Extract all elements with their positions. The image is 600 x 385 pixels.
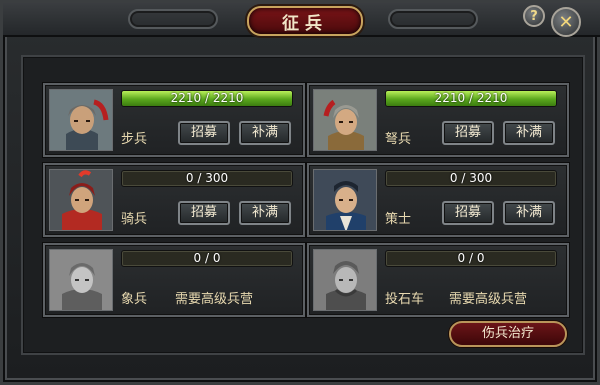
unit-name: 步兵 bbox=[121, 132, 148, 147]
unit-card-crossbow: 2210 / 2210 弩兵 招募 补满 bbox=[307, 83, 569, 157]
infantry-general-portrait bbox=[49, 89, 113, 151]
unit-name: 象兵 bbox=[121, 292, 148, 307]
troop-count: 0 / 0 bbox=[193, 251, 221, 265]
fill-button[interactable]: 补满 bbox=[503, 201, 555, 225]
troop-bar: 0 / 300 bbox=[385, 170, 557, 187]
close-button[interactable]: ✕ bbox=[551, 7, 581, 37]
unit-name: 策士 bbox=[385, 212, 412, 227]
crossbow-general-portrait bbox=[313, 89, 377, 151]
requirement-text: 需要高级兵营 bbox=[449, 292, 528, 307]
ornament-left bbox=[128, 9, 218, 29]
ornament-right bbox=[388, 9, 478, 29]
recruit-window: 征兵 ? ✕ 2210 / 2210 步兵 招募 补满 2210 / 2210 … bbox=[0, 0, 600, 385]
catapult-general-portrait-locked bbox=[313, 249, 377, 311]
fill-button[interactable]: 补满 bbox=[239, 201, 291, 225]
window-title: 征兵 bbox=[247, 6, 363, 36]
troop-bar: 0 / 0 bbox=[121, 250, 293, 267]
troop-count: 2210 / 2210 bbox=[170, 91, 244, 105]
heal-wounded-button[interactable]: 伤兵治疗 bbox=[449, 321, 567, 347]
requirement-text: 需要高级兵营 bbox=[175, 292, 254, 307]
unit-panel: 2210 / 2210 步兵 招募 补满 2210 / 2210 弩兵 招募 补… bbox=[21, 55, 585, 355]
close-icon: ✕ bbox=[558, 11, 574, 33]
unit-name: 弩兵 bbox=[385, 132, 412, 147]
fill-button[interactable]: 补满 bbox=[503, 121, 555, 145]
unit-card-infantry: 2210 / 2210 步兵 招募 补满 bbox=[43, 83, 305, 157]
unit-name: 投石车 bbox=[385, 292, 425, 307]
elephant-soldier-portrait-locked bbox=[49, 249, 113, 311]
strategist-portrait bbox=[313, 169, 377, 231]
unit-card-cavalry: 0 / 300 骑兵 招募 补满 bbox=[43, 163, 305, 237]
recruit-button[interactable]: 招募 bbox=[178, 201, 230, 225]
fill-button[interactable]: 补满 bbox=[239, 121, 291, 145]
unit-name: 骑兵 bbox=[121, 212, 148, 227]
troop-count: 2210 / 2210 bbox=[434, 91, 508, 105]
unit-card-catapult: 0 / 0 投石车 需要高级兵营 bbox=[307, 243, 569, 317]
troop-count: 0 / 0 bbox=[457, 251, 485, 265]
help-button[interactable]: ? bbox=[523, 5, 545, 27]
unit-card-strategist: 0 / 300 策士 招募 补满 bbox=[307, 163, 569, 237]
unit-card-elephant: 0 / 0 象兵 需要高级兵营 bbox=[43, 243, 305, 317]
troop-count: 0 / 300 bbox=[185, 171, 229, 185]
recruit-button[interactable]: 招募 bbox=[442, 201, 494, 225]
recruit-button[interactable]: 招募 bbox=[442, 121, 494, 145]
troop-bar: 0 / 0 bbox=[385, 250, 557, 267]
recruit-button[interactable]: 招募 bbox=[178, 121, 230, 145]
troop-count: 0 / 300 bbox=[449, 171, 493, 185]
troop-bar: 2210 / 2210 bbox=[121, 90, 293, 107]
troop-bar: 0 / 300 bbox=[121, 170, 293, 187]
cavalry-general-portrait bbox=[49, 169, 113, 231]
troop-bar: 2210 / 2210 bbox=[385, 90, 557, 107]
